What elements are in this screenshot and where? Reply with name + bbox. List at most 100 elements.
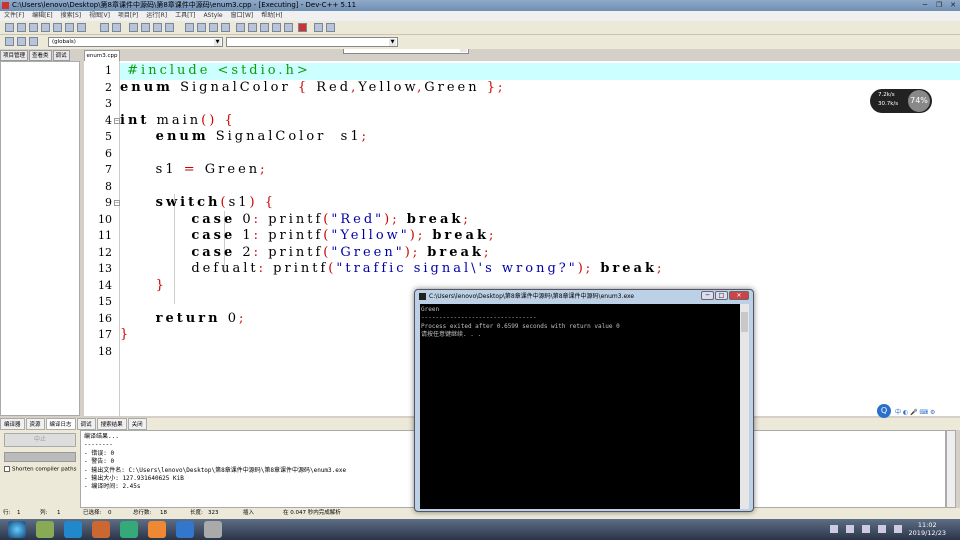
insert-icon[interactable]	[5, 37, 14, 46]
tab-search-results[interactable]: 搜索结果	[96, 418, 127, 430]
taskbar-browser-icon[interactable]	[64, 521, 82, 538]
check-syntax-icon[interactable]	[284, 23, 293, 32]
close-file-icon[interactable]	[53, 23, 62, 32]
ime-logo-icon: Q	[877, 404, 891, 418]
new-file-icon[interactable]	[5, 23, 14, 32]
system-clock[interactable]: 11:02 2019/12/23	[909, 521, 946, 537]
redo-icon[interactable]	[112, 23, 121, 32]
rebuild-icon[interactable]	[272, 23, 281, 32]
print-icon[interactable]	[77, 23, 86, 32]
close-all-icon[interactable]	[65, 23, 74, 32]
compile-run-icon[interactable]	[260, 23, 269, 32]
menu-help[interactable]: 帮助[H]	[257, 11, 286, 21]
taskbar-explorer-icon[interactable]	[36, 521, 54, 538]
ime-toolbar[interactable]: Q 中 ◐ 🎤 ⌨ ⚙	[873, 404, 948, 418]
menu-view[interactable]: 视图[V]	[85, 11, 114, 21]
line-number: 11	[98, 229, 112, 242]
status-total-label: 总行数:	[133, 510, 152, 516]
status-sel-label: 已选择:	[83, 510, 102, 516]
tray-icon[interactable]	[830, 525, 838, 533]
console-minimize-button[interactable]: ─	[701, 291, 714, 300]
taskbar-app-icon[interactable]	[120, 521, 138, 538]
replace-icon[interactable]	[141, 23, 150, 32]
tab-compiler[interactable]: 编译器	[0, 418, 25, 430]
fold-toggle[interactable]: −	[114, 118, 120, 124]
taskbar-devcpp-icon[interactable]	[176, 521, 194, 538]
minimize-button[interactable]: ─	[918, 0, 932, 11]
scrollbar-thumb[interactable]	[741, 312, 748, 332]
status-len: 323	[208, 510, 219, 516]
compile-progress-bar	[4, 452, 76, 462]
tab-resources[interactable]: 资源	[25, 418, 45, 430]
shorten-paths-checkbox[interactable]: Shorten compiler paths	[4, 466, 76, 473]
network-speed-widget: 7.2k/s 30.7k/s 74%	[870, 89, 932, 113]
toggle-bookmark-icon[interactable]	[17, 37, 26, 46]
start-icon[interactable]	[8, 521, 26, 538]
open-file-icon[interactable]	[17, 23, 26, 32]
remove-file-icon[interactable]	[209, 23, 218, 32]
log-scrollbar[interactable]	[946, 430, 956, 508]
line-number: 18	[98, 344, 112, 358]
project-options-icon[interactable]	[221, 23, 230, 32]
compile-icon[interactable]	[236, 23, 245, 32]
menu-file[interactable]: 文件[F]	[0, 11, 28, 21]
code-line: enum SignalColor { Red,Yellow,Green };	[120, 79, 506, 95]
abort-button[interactable]: 中止	[4, 433, 76, 447]
line-number: 10	[98, 212, 112, 226]
profile-icon[interactable]	[326, 23, 335, 32]
menu-search[interactable]: 搜索[S]	[57, 11, 86, 21]
menu-edit[interactable]: 编辑[E]	[28, 11, 56, 21]
menu-run[interactable]: 运行[R]	[142, 11, 171, 21]
new-project-icon[interactable]	[185, 23, 194, 32]
find-icon[interactable]	[129, 23, 138, 32]
tray-icon[interactable]	[862, 525, 870, 533]
find-next-icon[interactable]	[153, 23, 162, 32]
title-bar: C:\Users\lenovo\Desktop\第8章课件中源码\第8章课件中源…	[0, 0, 960, 11]
menu-bar: 文件[F] 编辑[E] 搜索[S] 视图[V] 项目[P] 运行[R] 工具[T…	[0, 11, 960, 21]
status-sel: 0	[108, 510, 112, 516]
line-number: 15	[98, 295, 112, 308]
status-col: 1	[57, 510, 61, 516]
stop-icon[interactable]	[298, 23, 307, 32]
console-scrollbar[interactable]	[740, 304, 749, 509]
tab-classes[interactable]: 查看类	[29, 50, 52, 61]
fold-toggle[interactable]: −	[114, 200, 120, 206]
undo-icon[interactable]	[100, 23, 109, 32]
debug-icon[interactable]	[314, 23, 323, 32]
menu-astyle[interactable]: AStyle	[199, 11, 226, 21]
code-line: case 2: printf("Green"); break;	[191, 244, 492, 260]
editor-tab[interactable]: enum3.cpp	[84, 50, 120, 61]
tray-icon[interactable]	[846, 525, 854, 533]
menu-window[interactable]: 窗口[W]	[227, 11, 258, 21]
scope-select[interactable]: (globals) ▼	[48, 37, 223, 47]
add-file-icon[interactable]	[197, 23, 206, 32]
tray-icon[interactable]	[894, 525, 902, 533]
tab-project[interactable]: 项目管理	[0, 50, 29, 61]
console-maximize-button[interactable]: □	[715, 291, 728, 300]
tab-debug-bottom[interactable]: 调试	[76, 418, 96, 430]
tab-debug[interactable]: 调试	[52, 50, 70, 61]
line-number: 5	[105, 130, 112, 143]
taskbar-app-icon[interactable]	[92, 521, 110, 538]
status-col-label: 列:	[40, 510, 48, 516]
taskbar-console-icon[interactable]	[204, 521, 222, 538]
run-icon[interactable]	[248, 23, 257, 32]
close-button[interactable]: ✕	[946, 0, 960, 11]
save-icon[interactable]	[29, 23, 38, 32]
tray-icon[interactable]	[878, 525, 886, 533]
taskbar-app-icon[interactable]	[148, 521, 166, 538]
main-toolbar: TDM-GCC 4.9.2 64-bit Release ▼	[0, 21, 960, 54]
devcpp-window: C:\Users\lenovo\Desktop\第8章课件中源码\第8章课件中源…	[0, 0, 960, 540]
menu-project[interactable]: 项目[P]	[114, 11, 142, 21]
console-close-button[interactable]: ✕	[729, 291, 749, 300]
save-all-icon[interactable]	[41, 23, 50, 32]
member-select[interactable]: ▼	[226, 37, 398, 47]
goto-bookmark-icon[interactable]	[29, 37, 38, 46]
menu-tools[interactable]: 工具[T]	[171, 11, 199, 21]
tab-compile-log[interactable]: 编译日志	[45, 418, 76, 430]
maximize-button[interactable]: ❐	[932, 0, 946, 11]
tab-close[interactable]: 关闭	[127, 418, 147, 430]
line-number: 9	[105, 196, 112, 209]
console-window[interactable]: C:\Users\lenovo\Desktop\第8章课件中源码\第8章课件中源…	[414, 289, 754, 512]
goto-line-icon[interactable]	[165, 23, 174, 32]
